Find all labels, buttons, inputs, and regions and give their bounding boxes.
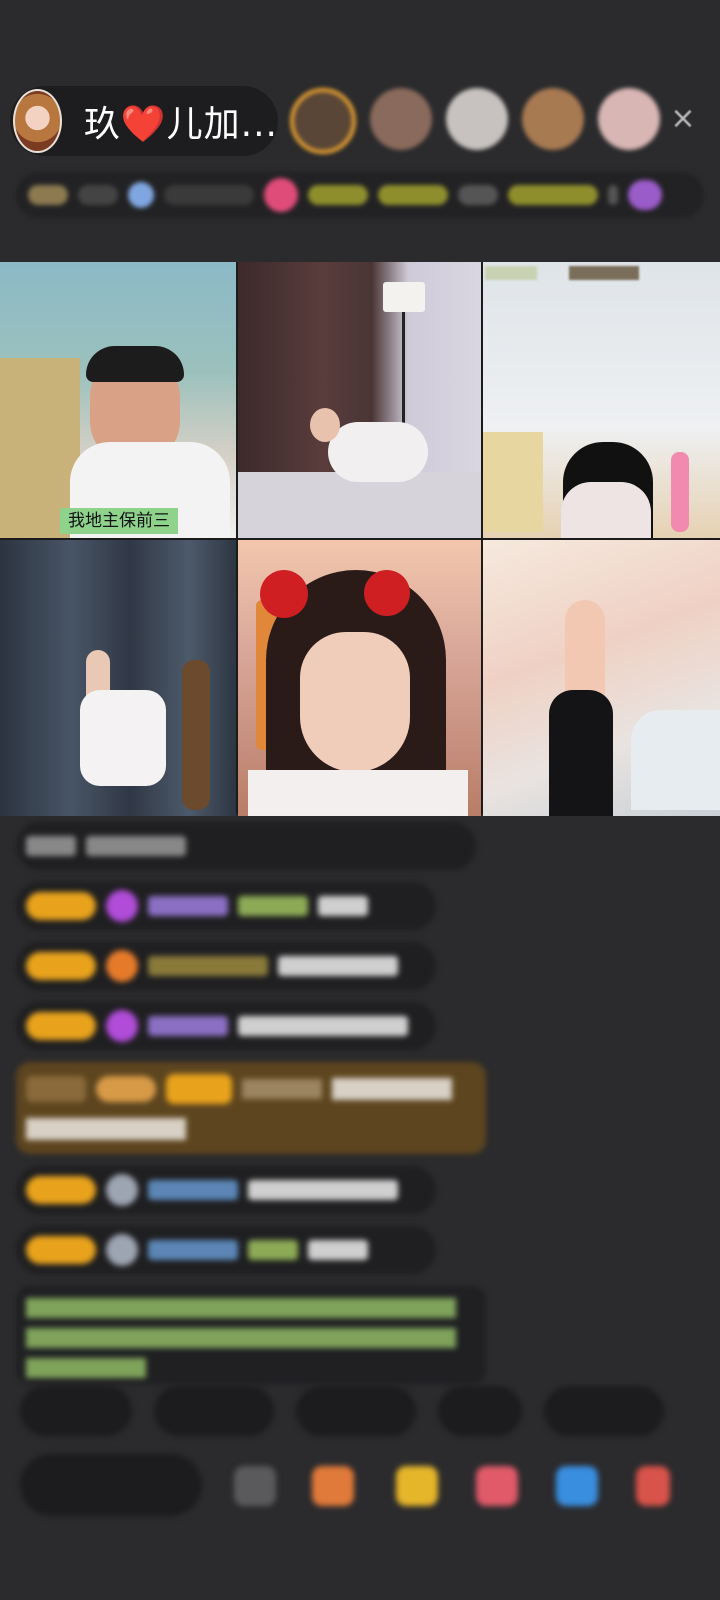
close-icon[interactable]: × <box>668 104 698 134</box>
video-tile[interactable]: 我地主保前三 <box>0 262 236 538</box>
viewer-avatar[interactable] <box>522 88 584 150</box>
person <box>328 422 428 482</box>
quick-reply-bar <box>20 1386 720 1436</box>
bottom-action-bar <box>20 1454 720 1516</box>
floor-lamp <box>383 282 425 312</box>
person <box>549 690 613 816</box>
viewer-avatar[interactable] <box>290 88 356 154</box>
chat-message <box>16 1002 436 1050</box>
more-icon[interactable] <box>636 1466 670 1506</box>
video-tile[interactable] <box>483 262 720 538</box>
quick-reply-chip[interactable] <box>296 1386 416 1436</box>
viewer-avatar[interactable] <box>370 88 432 150</box>
chat-message <box>16 1226 436 1274</box>
emoji-icon[interactable] <box>234 1466 276 1506</box>
viewer-avatar[interactable] <box>446 88 508 150</box>
system-notice <box>16 1286 486 1384</box>
quick-reply-chip[interactable] <box>438 1386 522 1436</box>
top-viewers-list <box>290 88 660 154</box>
shop-icon[interactable] <box>312 1466 354 1506</box>
video-tile[interactable] <box>483 540 720 816</box>
guitar <box>182 660 210 810</box>
host-name[interactable]: 玖❤️儿加... <box>84 95 278 147</box>
gift-box-icon[interactable] <box>396 1466 438 1506</box>
quick-reply-chip[interactable] <box>154 1386 274 1436</box>
gift-icon[interactable] <box>476 1466 518 1506</box>
chat-message <box>16 822 476 870</box>
person <box>80 690 166 786</box>
video-tile[interactable] <box>238 262 481 538</box>
host-avatar[interactable] <box>13 89 62 153</box>
game-icon[interactable] <box>556 1466 598 1506</box>
chat-message-highlight <box>16 1062 486 1154</box>
quick-reply-chip[interactable] <box>20 1386 132 1436</box>
chat-message <box>16 1166 436 1214</box>
bow-left <box>260 570 308 618</box>
chat-list[interactable] <box>16 822 486 1396</box>
viewer-avatar[interactable] <box>598 88 660 150</box>
comment-input[interactable] <box>20 1454 202 1516</box>
chat-message <box>16 882 436 930</box>
quick-reply-chip[interactable] <box>544 1386 664 1436</box>
announcement-ticker[interactable] <box>16 172 704 218</box>
video-grid: 我地主保前三 <box>0 262 720 816</box>
host-info-pill[interactable]: 玖❤️儿加... <box>10 86 278 156</box>
chat-message <box>16 942 436 990</box>
tile-caption: 我地主保前三 <box>60 508 178 534</box>
video-tile[interactable] <box>238 540 481 816</box>
video-tile[interactable] <box>0 540 236 816</box>
